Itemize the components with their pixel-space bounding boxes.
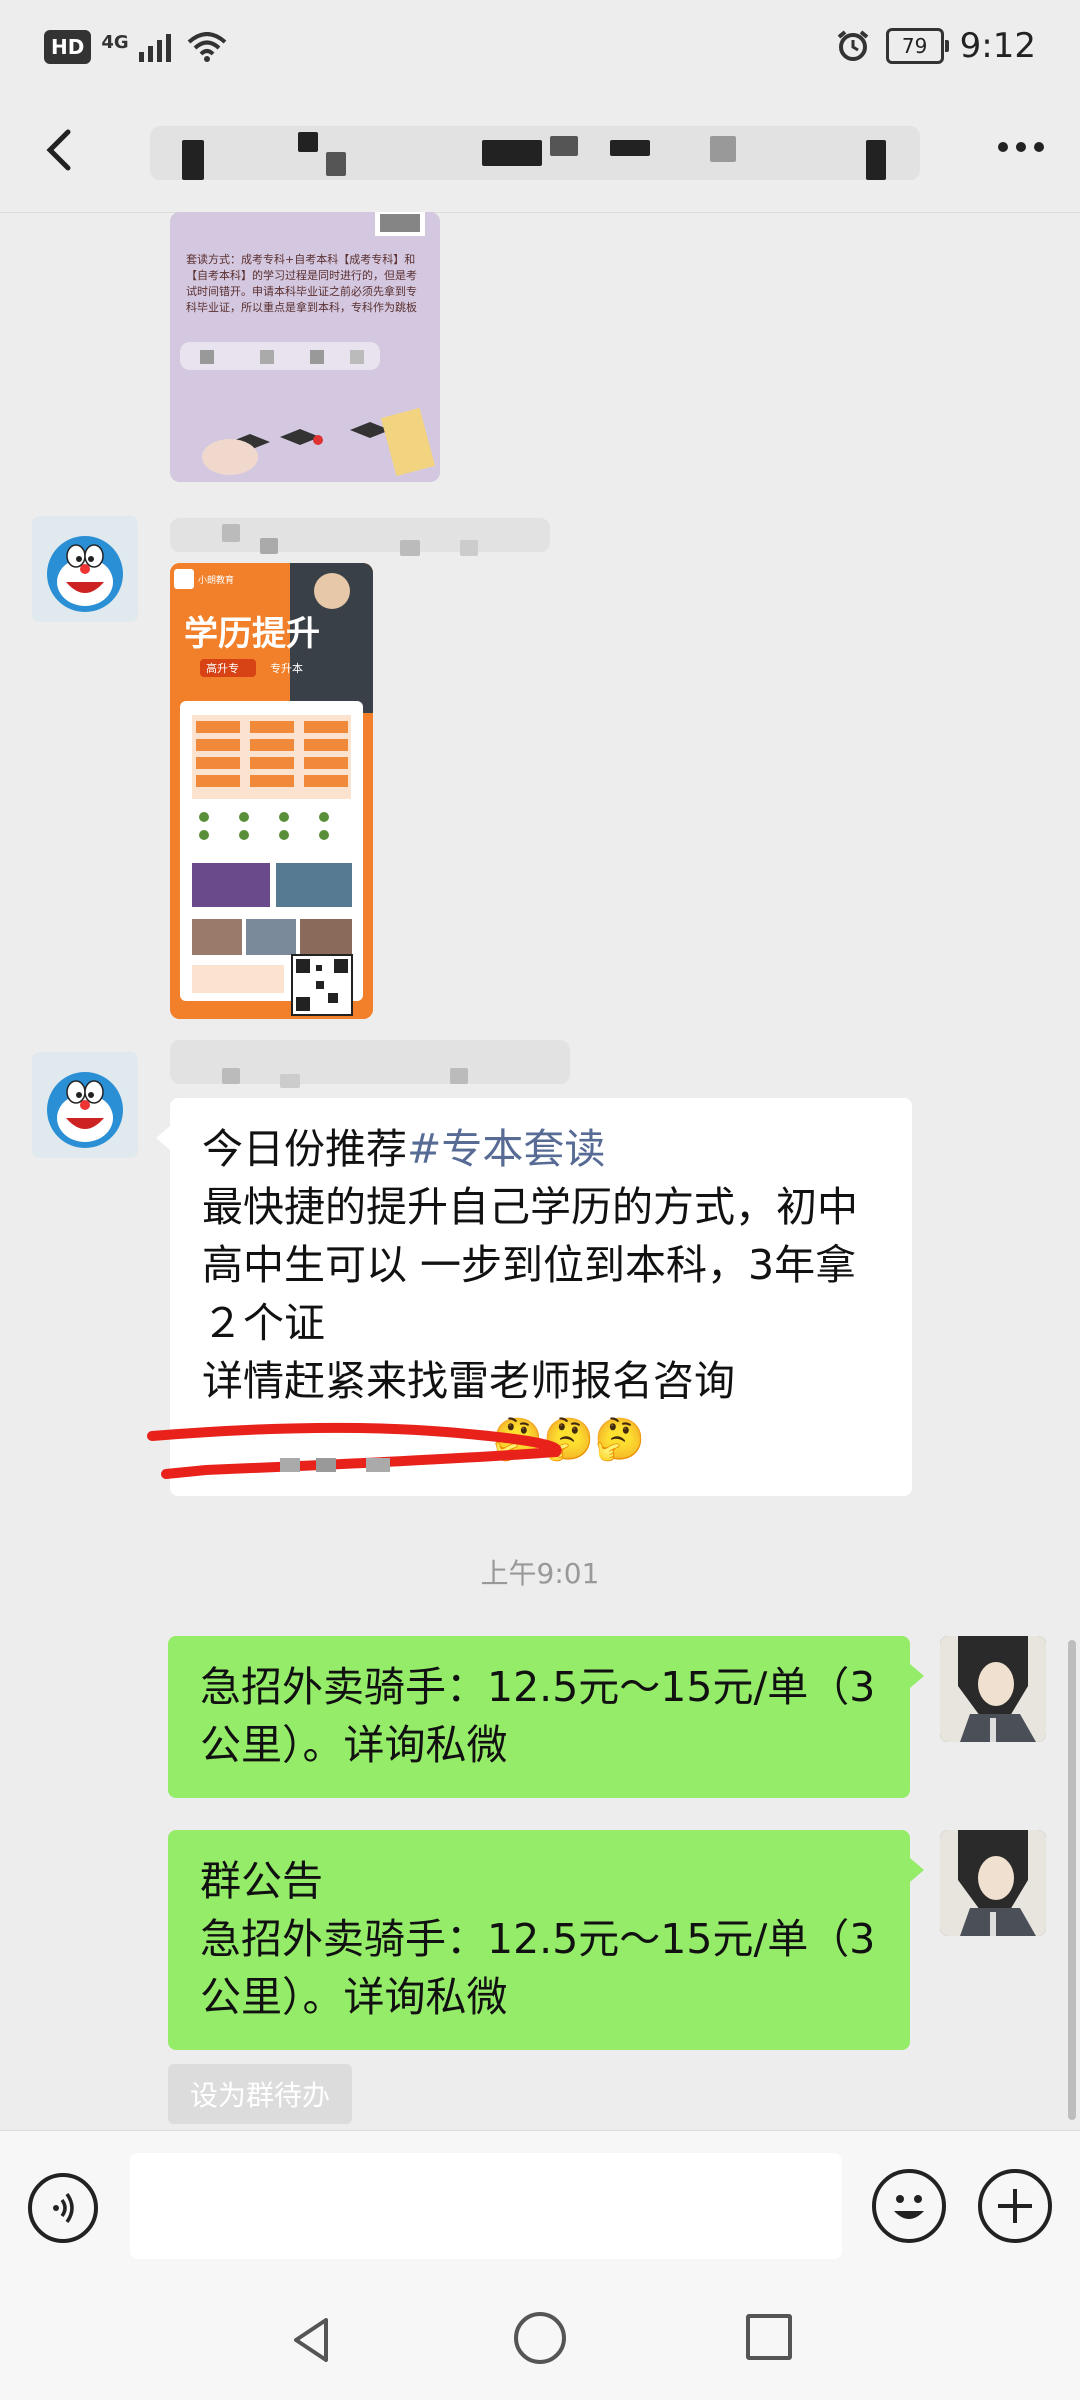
poster-tag: 高升专	[206, 661, 239, 675]
avatar[interactable]	[32, 1052, 138, 1158]
red-annotation-strike	[147, 1422, 562, 1479]
hashtag-link[interactable]: #专本套读	[407, 1125, 605, 1173]
image-message[interactable]: 套读方式：成考专科+自考本科【成考专科】和【自考本科】的学习过程是同时进行的，但…	[170, 212, 440, 482]
message-input[interactable]	[130, 2153, 842, 2259]
input-bar	[0, 2130, 1080, 2281]
message-text: 急招外卖骑手：12.5元～15元/单（3公里）。详询私微	[200, 1663, 876, 1769]
hd-badge: HD	[44, 30, 92, 64]
poster-caption: 套读方式：成考专科+自考本科【成考专科】和【自考本科】的学习过程是同时进行的，但…	[186, 253, 417, 314]
alarm-icon	[837, 30, 868, 61]
poster-brand: 小朗教育	[198, 574, 234, 586]
user-avatar-icon	[940, 1636, 1046, 1742]
doraemon-avatar-icon	[32, 516, 138, 622]
time-divider: 上午9:01	[480, 1557, 600, 1590]
sender-name-redacted	[170, 518, 550, 556]
promo-poster-image: 小朗教育 学历提升 高升专 专升本	[170, 563, 373, 1019]
avatar[interactable]	[940, 1830, 1046, 1936]
sender-name-redacted	[170, 1040, 570, 1088]
chat-header	[0, 96, 1080, 213]
message-text: 最快捷的提升自己学历的方式，初中高中生可以 一步到位到本科，3年拿２个证 详情赶…	[202, 1183, 858, 1405]
sent-message-bubble[interactable]: 群公告 急招外卖骑手：12.5元～15元/单（3公里）。详询私微	[168, 1830, 924, 2050]
nav-home-icon[interactable]	[514, 2312, 566, 2364]
user-avatar-icon	[940, 1830, 1046, 1936]
poster-title: 学历提升	[184, 614, 320, 654]
status-bar: HD 4G 79 9:12	[0, 0, 1080, 96]
system-nav-bar	[0, 2280, 1080, 2400]
doraemon-avatar-icon	[32, 1052, 138, 1158]
emoji-icon[interactable]	[872, 2169, 946, 2243]
avatar[interactable]	[940, 1636, 1046, 1742]
message-text: 今日份推荐	[202, 1125, 407, 1173]
network-label: 4G	[101, 31, 129, 53]
nav-back-icon[interactable]	[282, 2310, 342, 2370]
voice-input-icon[interactable]	[28, 2173, 98, 2243]
message-text: 群公告 急招外卖骑手：12.5元～15元/单（3公里）。详询私微	[200, 1857, 876, 2021]
text-message-bubble[interactable]: 今日份推荐#专本套读 最快捷的提升自己学历的方式，初中高中生可以 一步到位到本科…	[147, 1098, 912, 1496]
wifi-icon	[187, 32, 226, 62]
poster-tag: 专升本	[270, 661, 303, 675]
more-dots-icon[interactable]	[998, 142, 1044, 152]
set-group-todo-button[interactable]: 设为群待办	[168, 2064, 353, 2124]
plus-icon[interactable]	[978, 2169, 1052, 2243]
course-poster-image: 套读方式：成考专科+自考本科【成考专科】和【自考本科】的学习过程是同时进行的，但…	[170, 212, 440, 482]
scrollbar[interactable]	[1068, 1640, 1076, 2120]
avatar[interactable]	[32, 516, 138, 622]
chat-title-redacted	[150, 118, 920, 188]
battery-indicator: 79	[885, 28, 949, 64]
signal-icon	[138, 34, 171, 62]
chevron-left-icon[interactable]	[30, 120, 90, 180]
sent-message-bubble[interactable]: 急招外卖骑手：12.5元～15元/单（3公里）。详询私微	[168, 1636, 924, 1798]
clock: 9:12	[959, 26, 1036, 66]
nav-recent-apps-icon[interactable]	[746, 2314, 792, 2360]
image-message[interactable]: 小朗教育 学历提升 高升专 专升本	[170, 563, 373, 1019]
